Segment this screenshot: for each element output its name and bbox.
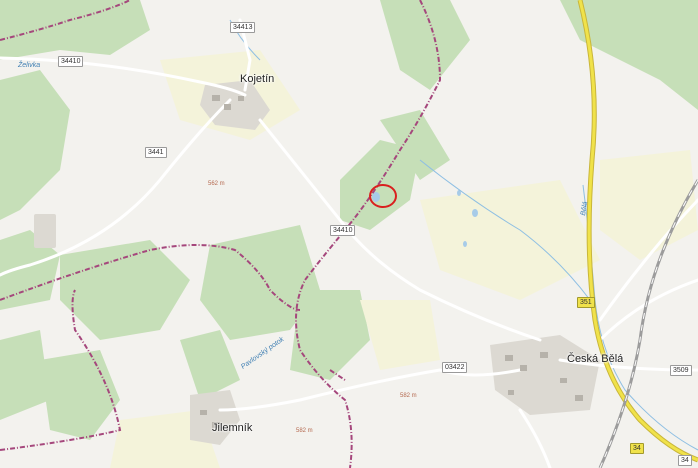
location-marker-icon[interactable] [369,184,397,208]
elevation-label: 582 m [400,393,417,399]
road-number-shield: 03422 [442,362,468,373]
road-number-shield: 34410 [58,56,84,67]
road-number-shield: 34410 [330,225,356,236]
place-label-kojetin[interactable]: Kojetín [240,73,274,85]
place-label-jilemnik[interactable]: Jilemník [212,422,252,434]
elevation-label: 562 m [208,181,225,187]
road-number-shield: 34413 [230,22,256,33]
elevation-label: 582 m [296,428,313,434]
road-number-shield: 3441 [145,147,167,158]
map-view[interactable]: Kojetín Česká Bělá Jilemník 34413 34410 … [0,0,698,468]
road-number-shield: 3509 [670,365,692,376]
stream-label: Želivka [18,62,41,69]
place-label-ceska-bela[interactable]: Česká Bělá [567,353,623,365]
road-number-shield: 34 [678,455,692,466]
road-number-shield-main: 34 [630,443,644,454]
road-number-shield-main: 351 [577,297,595,308]
